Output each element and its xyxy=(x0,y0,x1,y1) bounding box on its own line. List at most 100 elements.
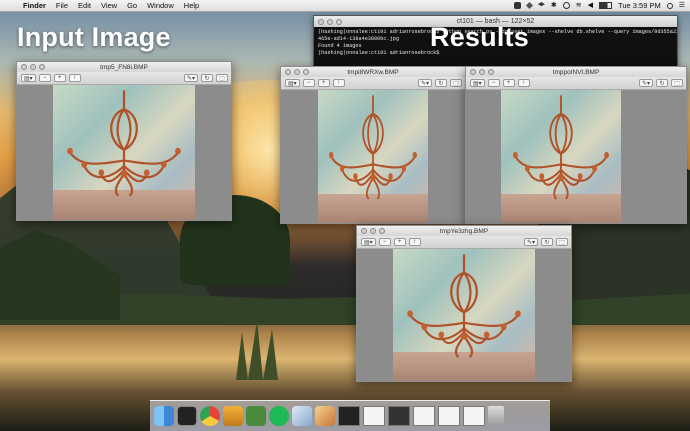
preview-titlebar[interactable]: tmpi8WRXw.BMP xyxy=(281,67,465,77)
rotate-icon[interactable]: ↻ xyxy=(435,79,447,87)
menu-view[interactable]: View xyxy=(96,1,122,10)
annotate-icon[interactable]: ✎▾ xyxy=(523,238,538,246)
results-label: Results xyxy=(430,22,529,52)
timemachine-icon[interactable] xyxy=(562,2,570,9)
share-icon[interactable]: ↑ xyxy=(68,74,81,82)
spotlight-icon[interactable] xyxy=(666,2,673,9)
share-icon[interactable]: ↑ xyxy=(408,238,421,246)
zoom-out-icon[interactable]: − xyxy=(302,79,315,87)
menu-window[interactable]: Window xyxy=(142,1,179,10)
spotify-icon[interactable] xyxy=(269,406,289,426)
image-canvas[interactable] xyxy=(466,90,686,223)
minimize-button[interactable] xyxy=(294,69,300,75)
image-photo xyxy=(393,249,535,381)
minimize-button[interactable] xyxy=(370,228,376,234)
chrome-icon[interactable] xyxy=(200,406,220,426)
window-thumbnail-icon[interactable] xyxy=(388,406,410,426)
menu-app-name[interactable]: Finder xyxy=(18,1,51,10)
tools-status-icon[interactable] xyxy=(525,1,533,10)
zoom-out-icon[interactable]: − xyxy=(38,74,51,82)
zoom-out-icon[interactable]: − xyxy=(378,238,391,246)
preview-window[interactable]: tmpYe3zhg.BMP ▤▾ − + ↑ ✎▾ ↻ ⬚ xyxy=(356,225,572,382)
clock[interactable]: Tue 3:59 PM xyxy=(618,1,661,10)
zoom-in-icon[interactable]: + xyxy=(393,238,406,246)
close-button[interactable] xyxy=(361,228,367,234)
zoom-in-icon[interactable]: + xyxy=(53,74,66,82)
wifi-icon[interactable]: ≋ xyxy=(576,2,582,9)
share-icon[interactable]: ↑ xyxy=(332,79,345,87)
preview-title: tmppoINVt.BMP xyxy=(552,68,600,76)
chandelier-image xyxy=(329,95,417,200)
zoom-button[interactable] xyxy=(39,64,45,70)
finder-icon[interactable] xyxy=(154,406,174,426)
menu-go[interactable]: Go xyxy=(122,1,142,10)
preview-docs-icon[interactable] xyxy=(292,406,312,426)
image-photo xyxy=(318,90,428,223)
preview-icon[interactable] xyxy=(223,406,243,426)
bluetooth-icon[interactable]: ✱ xyxy=(551,2,557,9)
menu-help[interactable]: Help xyxy=(179,1,204,10)
markup-icon[interactable]: ⬚ xyxy=(216,74,228,82)
rotate-icon[interactable]: ↻ xyxy=(201,74,213,82)
volume-icon[interactable]: ◀ xyxy=(588,2,593,9)
window-thumbnail-icon[interactable] xyxy=(438,406,460,426)
annotate-icon[interactable]: ✎▾ xyxy=(183,74,198,82)
window-thumbnail-icon[interactable] xyxy=(413,406,435,426)
preview-window[interactable]: tmppoINVt.BMP ▤▾ − + ↑ ✎▾ ↻ ⬚ xyxy=(465,66,687,224)
image-photo xyxy=(53,85,195,220)
preview-toolbar: ▤▾ − + ↑ ✎▾ ↻ ⬚ xyxy=(281,77,465,90)
dropbox-status-icon[interactable] xyxy=(537,2,545,7)
notification-center-icon[interactable]: ☰ xyxy=(679,2,685,9)
minimize-button[interactable] xyxy=(479,69,485,75)
image-canvas[interactable] xyxy=(281,90,465,223)
close-button[interactable] xyxy=(470,69,476,75)
sidebar-icon[interactable]: ▤▾ xyxy=(470,79,485,87)
share-icon[interactable]: ↑ xyxy=(517,79,530,87)
preview-titlebar[interactable]: tmppoINVt.BMP xyxy=(466,67,686,77)
markup-icon[interactable]: ⬚ xyxy=(556,238,568,246)
evernote-icon[interactable] xyxy=(246,406,266,426)
window-thumbnail-icon[interactable] xyxy=(463,406,485,426)
menu-bar: Finder File Edit View Go Window Help ✱ ≋… xyxy=(0,0,690,12)
preview-window[interactable]: tmpi8WRXw.BMP ▤▾ − + ↑ ✎▾ ↻ ⬚ xyxy=(280,66,466,224)
annotate-icon[interactable]: ✎▾ xyxy=(638,79,653,87)
markup-icon[interactable]: ⬚ xyxy=(671,79,683,87)
rotate-icon[interactable]: ↻ xyxy=(656,79,668,87)
chandelier-image xyxy=(67,90,181,197)
chandelier-image xyxy=(513,95,609,200)
markup-icon[interactable]: ⬚ xyxy=(450,79,462,87)
window-thumbnail-icon[interactable] xyxy=(338,406,360,426)
menu-edit[interactable]: Edit xyxy=(73,1,96,10)
trash-icon[interactable] xyxy=(488,406,504,426)
preview-title: tmpYe3zhg.BMP xyxy=(439,227,489,235)
window-thumbnail-icon[interactable] xyxy=(363,406,385,426)
menu-file[interactable]: File xyxy=(51,1,73,10)
sidebar-icon[interactable]: ▤▾ xyxy=(21,74,36,82)
preview-toolbar: ▤▾ − + ↑ ✎▾ ↻ ⬚ xyxy=(357,236,571,249)
zoom-out-icon[interactable]: − xyxy=(487,79,500,87)
preview-window[interactable]: tmp5_FN8i.BMP ▤▾ − + ↑ ✎▾ ↻ ⬚ xyxy=(16,61,232,221)
preview-titlebar[interactable]: tmp5_FN8i.BMP xyxy=(17,62,231,72)
preview-titlebar[interactable]: tmpYe3zhg.BMP xyxy=(357,226,571,236)
rotate-icon[interactable]: ↻ xyxy=(541,238,553,246)
image-canvas[interactable] xyxy=(17,85,231,220)
evernote-status-icon[interactable] xyxy=(513,2,521,9)
terminal-icon[interactable] xyxy=(177,406,197,426)
sidebar-icon[interactable]: ▤▾ xyxy=(361,238,376,246)
close-button[interactable] xyxy=(285,69,291,75)
close-button[interactable] xyxy=(21,64,27,70)
preview-title: tmp5_FN8i.BMP xyxy=(100,63,148,71)
battery-icon[interactable] xyxy=(599,2,613,9)
zoom-button[interactable] xyxy=(488,69,494,75)
minimize-button[interactable] xyxy=(30,64,36,70)
image-canvas[interactable] xyxy=(357,249,571,381)
sidebar-icon[interactable]: ▤▾ xyxy=(285,79,300,87)
zoom-button[interactable] xyxy=(379,228,385,234)
annotate-icon[interactable]: ✎▾ xyxy=(417,79,432,87)
zoom-in-icon[interactable]: + xyxy=(317,79,330,87)
dock xyxy=(150,400,550,431)
chandelier-image xyxy=(407,254,521,358)
photos-icon[interactable] xyxy=(315,406,335,426)
zoom-button[interactable] xyxy=(303,69,309,75)
zoom-in-icon[interactable]: + xyxy=(502,79,515,87)
